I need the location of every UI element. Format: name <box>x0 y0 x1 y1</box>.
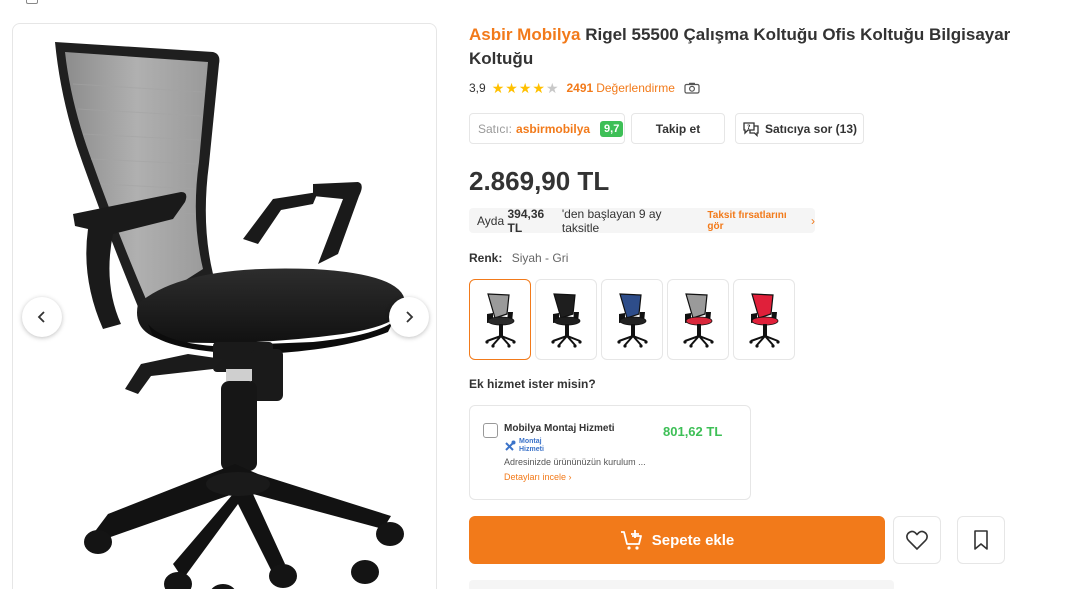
product-image <box>55 42 406 589</box>
color-swatches <box>469 279 795 360</box>
gallery-next-button[interactable] <box>389 297 429 337</box>
color-swatch[interactable] <box>601 279 663 360</box>
add-to-cart-button[interactable]: Sepete ekle <box>469 516 885 564</box>
chat-question-icon: ? <box>743 121 759 137</box>
service-checkbox[interactable] <box>483 423 498 438</box>
bookmark-icon <box>974 530 988 550</box>
seller-row: Satıcı: asbirmobilya 9,7 Takip et ? Satı… <box>469 113 864 144</box>
color-swatch[interactable] <box>733 279 795 360</box>
color-swatch[interactable] <box>535 279 597 360</box>
chair-thumbnail <box>617 292 648 348</box>
service-description: Adresinizde ürününüzün kurulum ... <box>504 457 646 467</box>
color-label: Renk: <box>469 251 503 265</box>
camera-icon[interactable] <box>684 82 700 94</box>
installment-link[interactable]: Taksit fırsatlarını gör <box>707 210 805 232</box>
ask-seller-label: Satıcıya sor (13) <box>764 121 858 136</box>
extra-service-card[interactable]: Mobilya Montaj Hizmeti Montaj Hizmeti 80… <box>469 405 751 500</box>
save-button[interactable] <box>957 516 1005 564</box>
add-to-cart-label: Sepete ekle <box>651 531 735 549</box>
star-icon: ★ <box>532 80 545 96</box>
star-icon: ★ <box>491 80 505 96</box>
product-price: 2.869,90 TL <box>469 166 610 196</box>
color-selector-label: Renk: Siyah - Gri <box>469 251 568 265</box>
review-count[interactable]: 2491 <box>567 81 594 95</box>
seller-label: Satıcı: <box>478 121 513 136</box>
extra-service-title: Ek hizmet ister misin? <box>469 377 596 391</box>
product-title: Asbir Mobilya Rigel 55500 Çalışma Koltuğ… <box>469 23 1049 71</box>
chevron-right-icon: › <box>811 213 815 228</box>
service-logo-line1: Montaj <box>519 438 542 445</box>
star-icon: ★ <box>545 80 559 96</box>
installment-amount: 394,36 TL <box>507 206 545 235</box>
service-logo-line2: Hizmeti <box>519 446 544 453</box>
ask-seller-button[interactable]: ? Satıcıya sor (13) <box>735 113 864 144</box>
seller-box[interactable]: Satıcı: asbirmobilya 9,7 <box>469 113 625 144</box>
chair-thumbnail <box>749 292 780 348</box>
color-swatch[interactable] <box>469 279 531 360</box>
installment-info[interactable]: Ayda 394,36 TL 'den başlayan 9 ay taksitl… <box>469 206 815 235</box>
window-icon <box>26 0 38 4</box>
installment-suffix: 'den başlayan 9 ay taksitle <box>561 206 662 235</box>
seller-score-badge: 9,7 <box>600 120 624 137</box>
seller-name[interactable]: asbirmobilya <box>516 122 590 136</box>
gallery-prev-button[interactable] <box>22 297 62 337</box>
chevron-left-icon <box>37 311 45 323</box>
chevron-right-icon <box>406 311 414 323</box>
service-details-link[interactable]: Detayları incele › <box>504 472 572 482</box>
installment-prefix: Ayda <box>477 213 505 228</box>
favorite-button[interactable] <box>893 516 941 564</box>
chair-thumbnail <box>551 292 582 348</box>
review-label[interactable]: Değerlendirme <box>596 81 675 95</box>
star-icon: ★ <box>518 80 532 96</box>
color-value: Siyah - Gri <box>511 251 569 265</box>
follow-button[interactable]: Takip et <box>631 113 725 144</box>
product-image-gallery[interactable] <box>12 23 437 589</box>
color-swatch[interactable] <box>667 279 729 360</box>
brand-link[interactable]: Asbir Mobilya <box>469 25 580 44</box>
service-name: Mobilya Montaj Hizmeti <box>504 423 615 434</box>
bottom-info-strip <box>469 580 894 589</box>
rating-row: 3,9 ★ ★ ★ ★ ★ 2491 Değerlendirme <box>469 80 700 96</box>
service-logo: Montaj Hizmeti <box>504 438 544 454</box>
tools-icon <box>505 440 516 451</box>
svg-text:?: ? <box>747 124 751 131</box>
star-icon: ★ <box>505 80 518 96</box>
cart-plus-icon <box>620 530 642 550</box>
chair-thumbnail <box>485 292 516 348</box>
rating-score: 3,9 <box>469 81 486 95</box>
heart-icon <box>906 530 928 551</box>
star-rating: ★ ★ ★ ★ ★ <box>492 81 559 95</box>
chair-thumbnail <box>683 292 714 348</box>
service-details-label: Detayları incele <box>504 472 567 482</box>
service-price: 801,62 TL <box>663 424 723 439</box>
